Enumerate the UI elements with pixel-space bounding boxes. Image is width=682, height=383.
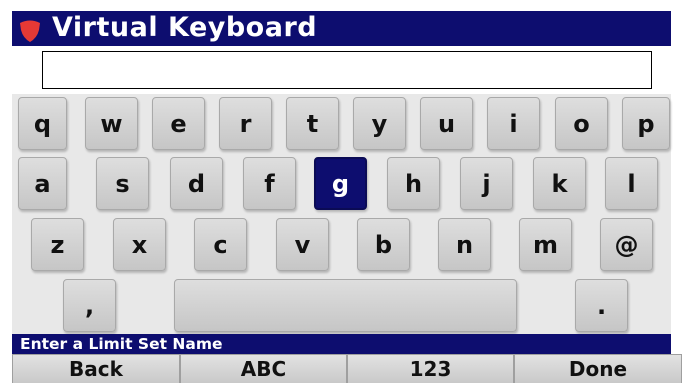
- key-s[interactable]: s: [96, 157, 149, 210]
- key-period[interactable]: .: [575, 279, 628, 332]
- virtual-keyboard-screen: Virtual Keyboard q w e r t y u i o p a s…: [0, 0, 682, 383]
- key-b[interactable]: b: [357, 218, 410, 271]
- key-w[interactable]: w: [85, 97, 138, 150]
- key-l[interactable]: l: [605, 157, 658, 210]
- key-g[interactable]: g: [314, 157, 367, 210]
- key-space[interactable]: [174, 279, 517, 332]
- key-m[interactable]: m: [519, 218, 572, 271]
- key-c[interactable]: c: [194, 218, 247, 271]
- key-f[interactable]: f: [243, 157, 296, 210]
- status-prompt: Enter a Limit Set Name: [12, 334, 671, 354]
- shield-logo-icon: [20, 20, 40, 42]
- back-softkey[interactable]: Back: [12, 354, 180, 383]
- text-input-field[interactable]: [42, 51, 652, 89]
- key-r[interactable]: r: [219, 97, 272, 150]
- key-j[interactable]: j: [460, 157, 513, 210]
- key-o[interactable]: o: [555, 97, 608, 150]
- key-d[interactable]: d: [170, 157, 223, 210]
- key-v[interactable]: v: [276, 218, 329, 271]
- key-k[interactable]: k: [533, 157, 586, 210]
- done-softkey[interactable]: Done: [514, 354, 682, 383]
- key-x[interactable]: x: [113, 218, 166, 271]
- key-i[interactable]: i: [487, 97, 540, 150]
- abc-softkey[interactable]: ABC: [180, 354, 347, 383]
- key-t[interactable]: t: [286, 97, 339, 150]
- key-y[interactable]: y: [353, 97, 406, 150]
- numeric-softkey[interactable]: 123: [347, 354, 514, 383]
- key-h[interactable]: h: [387, 157, 440, 210]
- key-comma[interactable]: ,: [63, 279, 116, 332]
- window-title: Virtual Keyboard: [52, 12, 318, 43]
- key-u[interactable]: u: [420, 97, 473, 150]
- key-a[interactable]: a: [18, 157, 67, 210]
- key-n[interactable]: n: [438, 218, 491, 271]
- key-q[interactable]: q: [18, 97, 67, 150]
- key-p[interactable]: p: [622, 97, 670, 150]
- title-bar: Virtual Keyboard: [12, 11, 671, 46]
- key-e[interactable]: e: [152, 97, 205, 150]
- key-at[interactable]: @: [600, 218, 653, 271]
- key-z[interactable]: z: [31, 218, 84, 271]
